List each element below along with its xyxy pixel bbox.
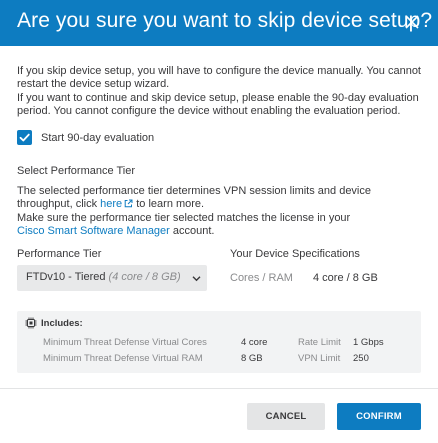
chip-icon	[25, 317, 37, 329]
performance-section-title: Select Performance Tier	[17, 165, 135, 177]
includes-panel: Includes: Minimum Threat Defense Virtual…	[17, 311, 421, 373]
specs-value: 4 core / 8 GB	[313, 272, 378, 284]
includes-key: Rate Limit	[298, 337, 341, 348]
evaluation-checkbox-label: Start 90-day evaluation	[41, 132, 155, 144]
includes-title: Includes:	[41, 318, 83, 329]
includes-value: 250	[353, 353, 369, 364]
confirm-button[interactable]: CONFIRM	[337, 403, 421, 430]
chevron-down-icon	[192, 276, 201, 282]
includes-value: 4 core	[241, 337, 268, 348]
evaluation-checkbox[interactable]	[17, 130, 32, 145]
includes-value: 8 GB	[241, 353, 263, 364]
dialog-title: Are you sure you want to skip device set…	[17, 9, 433, 32]
footer-divider	[0, 388, 438, 389]
device-specs-label: Your Device Specifications	[230, 248, 360, 260]
includes-key: Minimum Threat Defense Virtual RAM	[43, 353, 203, 364]
performance-tier-value: FTDv10 - Tiered (4 core / 8 GB)	[26, 271, 181, 283]
includes-key: Minimum Threat Defense Virtual Cores	[43, 337, 207, 348]
dialog-header: Are you sure you want to skip device set…	[0, 0, 438, 46]
checkmark-icon	[19, 133, 30, 142]
skip-setup-dialog: Are you sure you want to skip device set…	[0, 0, 438, 443]
close-icon[interactable]	[405, 15, 419, 29]
cancel-button[interactable]: CANCEL	[247, 403, 325, 430]
tier-description: The selected performance tier determines…	[17, 185, 371, 238]
external-link-icon	[124, 199, 133, 208]
intro-text: If you skip device setup, you will have …	[17, 65, 421, 118]
includes-key: VPN Limit	[298, 353, 341, 364]
performance-tier-select[interactable]: FTDv10 - Tiered (4 core / 8 GB)	[17, 265, 207, 291]
smart-software-manager-link[interactable]: Cisco Smart Software Manager	[17, 225, 170, 237]
performance-tier-label: Performance Tier	[17, 248, 102, 260]
specs-key: Cores / RAM	[230, 272, 293, 284]
learn-more-link[interactable]: here	[100, 198, 133, 210]
includes-value: 1 Gbps	[353, 337, 384, 348]
